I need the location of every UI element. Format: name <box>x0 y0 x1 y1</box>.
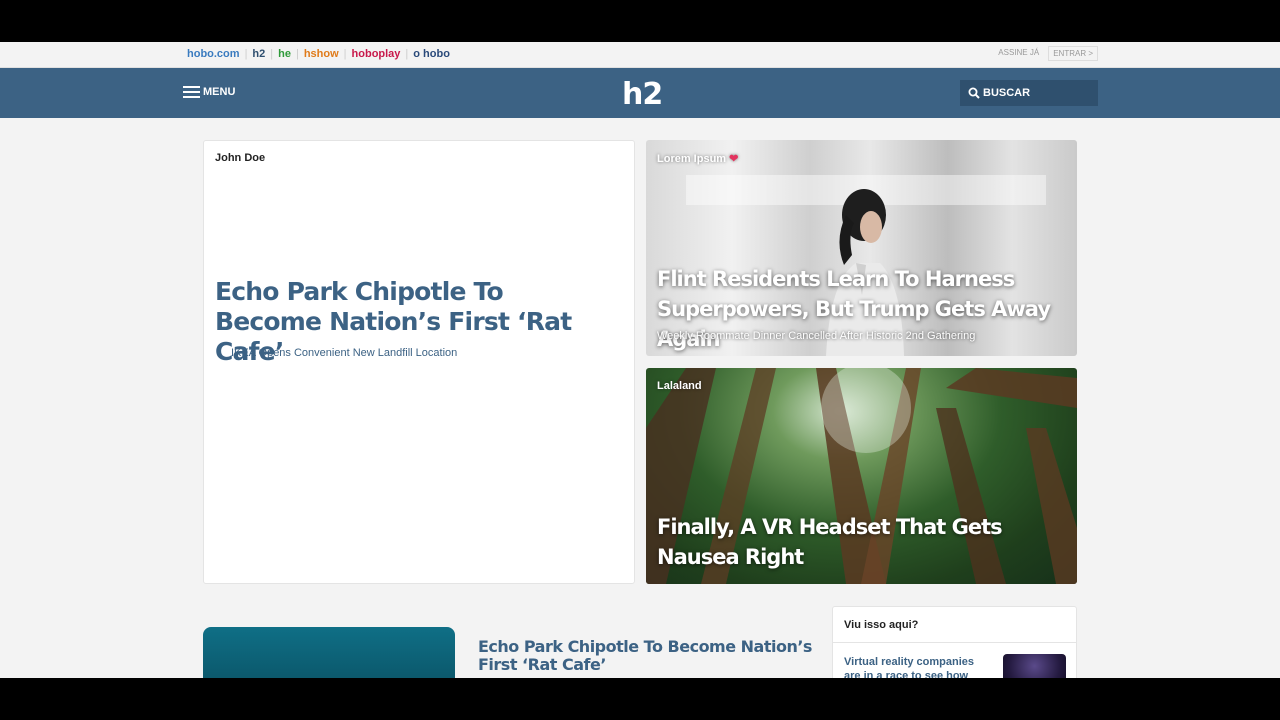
featured-card-1[interactable]: Lorem Ipsum ❤ Flint Residents Learn To H… <box>646 140 1077 356</box>
separator: | <box>405 48 409 60</box>
related-link[interactable]: IKEA Opens Convenient New Landfill Locat… <box>231 347 457 359</box>
featured-card-2-title[interactable]: Finally, A VR Headset That Gets Nausea R… <box>657 512 1072 572</box>
article-thumbnail[interactable] <box>203 627 455 678</box>
menu-label: MENU <box>203 86 236 98</box>
separator: | <box>244 48 248 60</box>
category-label: Lalaland <box>657 380 702 392</box>
related-links: IKEA Opens Convenient New Landfill Locat… <box>231 347 457 359</box>
network-links: hobo.com | h2 | he | hshow | hoboplay | … <box>187 48 450 60</box>
network-link-hoboplay[interactable]: hoboplay <box>352 48 401 60</box>
main-article-card[interactable]: John Doe Echo Park Chipotle To Become Na… <box>203 140 635 584</box>
featured-card-1-subtitle[interactable]: Weekly Roommate Dinner Cancelled After H… <box>657 330 975 342</box>
sidebar-heading: Viu isso aqui? <box>833 607 1076 643</box>
network-link-h2[interactable]: h2 <box>252 48 265 60</box>
list-article-title[interactable]: Echo Park Chipotle To Become Nation’s Fi… <box>478 638 818 674</box>
search-icon <box>968 87 980 99</box>
article-author: John Doe <box>215 152 266 164</box>
menu-button[interactable]: MENU <box>183 86 235 98</box>
card-category: Lalaland <box>657 380 702 392</box>
account-links: ASSINE JÁ ENTRAR > <box>995 46 1098 61</box>
subscribe-link[interactable]: ASSINE JÁ <box>995 46 1042 61</box>
site-header: MENU h2 BUSCAR <box>0 68 1280 118</box>
sidebar-item-title[interactable]: Virtual reality companies are in a race … <box>844 655 989 678</box>
search-label: BUSCAR <box>983 87 1031 99</box>
network-link-he[interactable]: he <box>278 48 291 60</box>
page-viewport: hobo.com | h2 | he | hshow | hoboplay | … <box>0 42 1280 678</box>
separator: | <box>343 48 347 60</box>
login-link[interactable]: ENTRAR > <box>1048 46 1098 61</box>
network-link-hobo[interactable]: hobo.com <box>187 48 240 60</box>
sidebar-item-thumbnail[interactable] <box>1003 654 1066 678</box>
network-link-o-hobo[interactable]: o hobo <box>413 48 450 60</box>
separator: | <box>270 48 274 60</box>
site-logo[interactable]: h2 <box>622 77 663 112</box>
separator: | <box>295 48 299 60</box>
sidebar-recommendations: Viu isso aqui? Virtual reality companies… <box>832 606 1077 678</box>
card-category: Lorem Ipsum ❤ <box>657 152 739 166</box>
network-bar: hobo.com | h2 | he | hshow | hoboplay | … <box>0 42 1280 68</box>
network-link-hshow[interactable]: hshow <box>304 48 339 60</box>
featured-card-2[interactable]: Lalaland Finally, A VR Headset That Gets… <box>646 368 1077 584</box>
category-label: Lorem Ipsum <box>657 152 727 165</box>
hamburger-icon <box>183 86 200 98</box>
search-button[interactable]: BUSCAR <box>960 80 1098 106</box>
broken-heart-icon: ❤ <box>729 153 739 165</box>
